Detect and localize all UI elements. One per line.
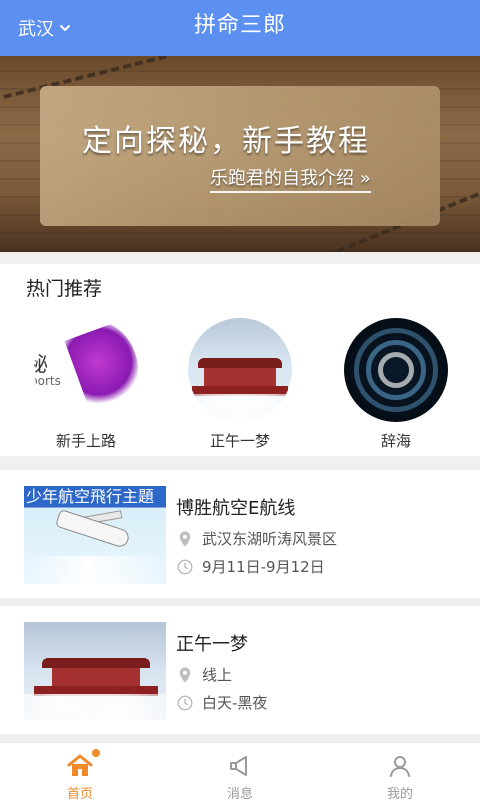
hot-item-label: 辞海 — [380, 432, 411, 450]
tab-home[interactable]: 首页 — [0, 743, 160, 800]
hot-item-image — [188, 318, 292, 422]
tab-profile[interactable]: 我的 — [320, 743, 480, 800]
banner[interactable]: 定向探秘，新手教程 乐跑君的自我介绍 » — [0, 56, 480, 252]
cloud-sea — [188, 394, 292, 422]
megaphone-icon — [230, 756, 247, 776]
hot-item[interactable]: 秘 ports 新手上路 — [34, 318, 138, 451]
event-location: 武汉东湖听涛风景区 — [176, 528, 337, 549]
cloud-sea — [24, 694, 166, 720]
palace-roof — [198, 358, 282, 368]
hot-item-image: 秘 ports — [34, 318, 138, 422]
user-icon — [390, 756, 410, 777]
hot-recommendations: 热门推荐 秘 ports 新手上路 正午一梦 辞 — [0, 264, 480, 456]
banner-headline: 定向探秘，新手教程 — [82, 124, 370, 159]
ring-decoration — [378, 352, 414, 388]
palace-hall — [204, 368, 276, 386]
event-location: 线上 — [176, 664, 232, 685]
thumbnail-decoration — [24, 556, 166, 584]
event-location-text: 武汉东湖听涛风景区 — [202, 530, 338, 548]
event-location-text: 线上 — [202, 666, 233, 684]
hot-item-image-text: 秘 — [34, 352, 48, 376]
event-time: 9月11日-9月12日 — [176, 556, 325, 577]
event-card[interactable]: 正午一梦 线上 白天-黑夜 — [0, 606, 480, 734]
app: 武汉 拼命三郎 定向探秘，新手教程 乐跑君的自我介绍 » 热门推荐 秘 port… — [0, 0, 480, 800]
hot-item-label: 新手上路 — [55, 432, 116, 450]
page-title: 拼命三郎 — [193, 13, 286, 38]
hot-item-image-subtext: ports — [34, 374, 61, 388]
event-card[interactable]: 少年航空飛行主題 博胜航空E航线 武汉东湖听涛风景区 9月11日-9月12日 — [0, 470, 480, 598]
tab-label: 我的 — [386, 787, 413, 800]
event-time-text: 9月11日-9月12日 — [202, 558, 325, 576]
purple-splash-image — [64, 319, 138, 415]
location-pin-icon — [179, 531, 191, 546]
notification-dot — [92, 749, 100, 757]
hot-item[interactable]: 正午一梦 — [188, 318, 292, 451]
event-time-text: 白天-黑夜 — [202, 694, 268, 712]
tab-label: 首页 — [66, 787, 93, 800]
clock-icon — [177, 695, 193, 710]
event-title: 博胜航空E航线 — [176, 498, 296, 519]
palace-hall — [52, 668, 140, 686]
tab-messages[interactable]: 消息 — [160, 743, 320, 800]
top-bar: 武汉 拼命三郎 — [0, 0, 480, 56]
hot-item-label: 正午一梦 — [209, 432, 270, 450]
clock-icon — [177, 559, 193, 574]
location-pin-icon — [179, 667, 191, 682]
event-title: 正午一梦 — [176, 634, 248, 655]
event-thumbnail — [24, 622, 166, 720]
event-thumbnail: 少年航空飛行主題 — [24, 486, 166, 584]
thumbnail-text: 少年航空飛行主題 — [26, 487, 155, 506]
banner-subline-link[interactable]: 乐跑君的自我介绍 » — [210, 164, 371, 193]
bottom-tab-bar: 首页 消息 我的 — [0, 742, 480, 800]
palace-roof — [42, 658, 150, 668]
event-time: 白天-黑夜 — [176, 692, 267, 713]
tab-label: 消息 — [226, 787, 253, 800]
hot-item-image — [344, 318, 448, 422]
home-icon — [67, 754, 93, 776]
hot-item[interactable]: 辞海 — [344, 318, 448, 451]
section-title: 热门推荐 — [26, 278, 103, 300]
